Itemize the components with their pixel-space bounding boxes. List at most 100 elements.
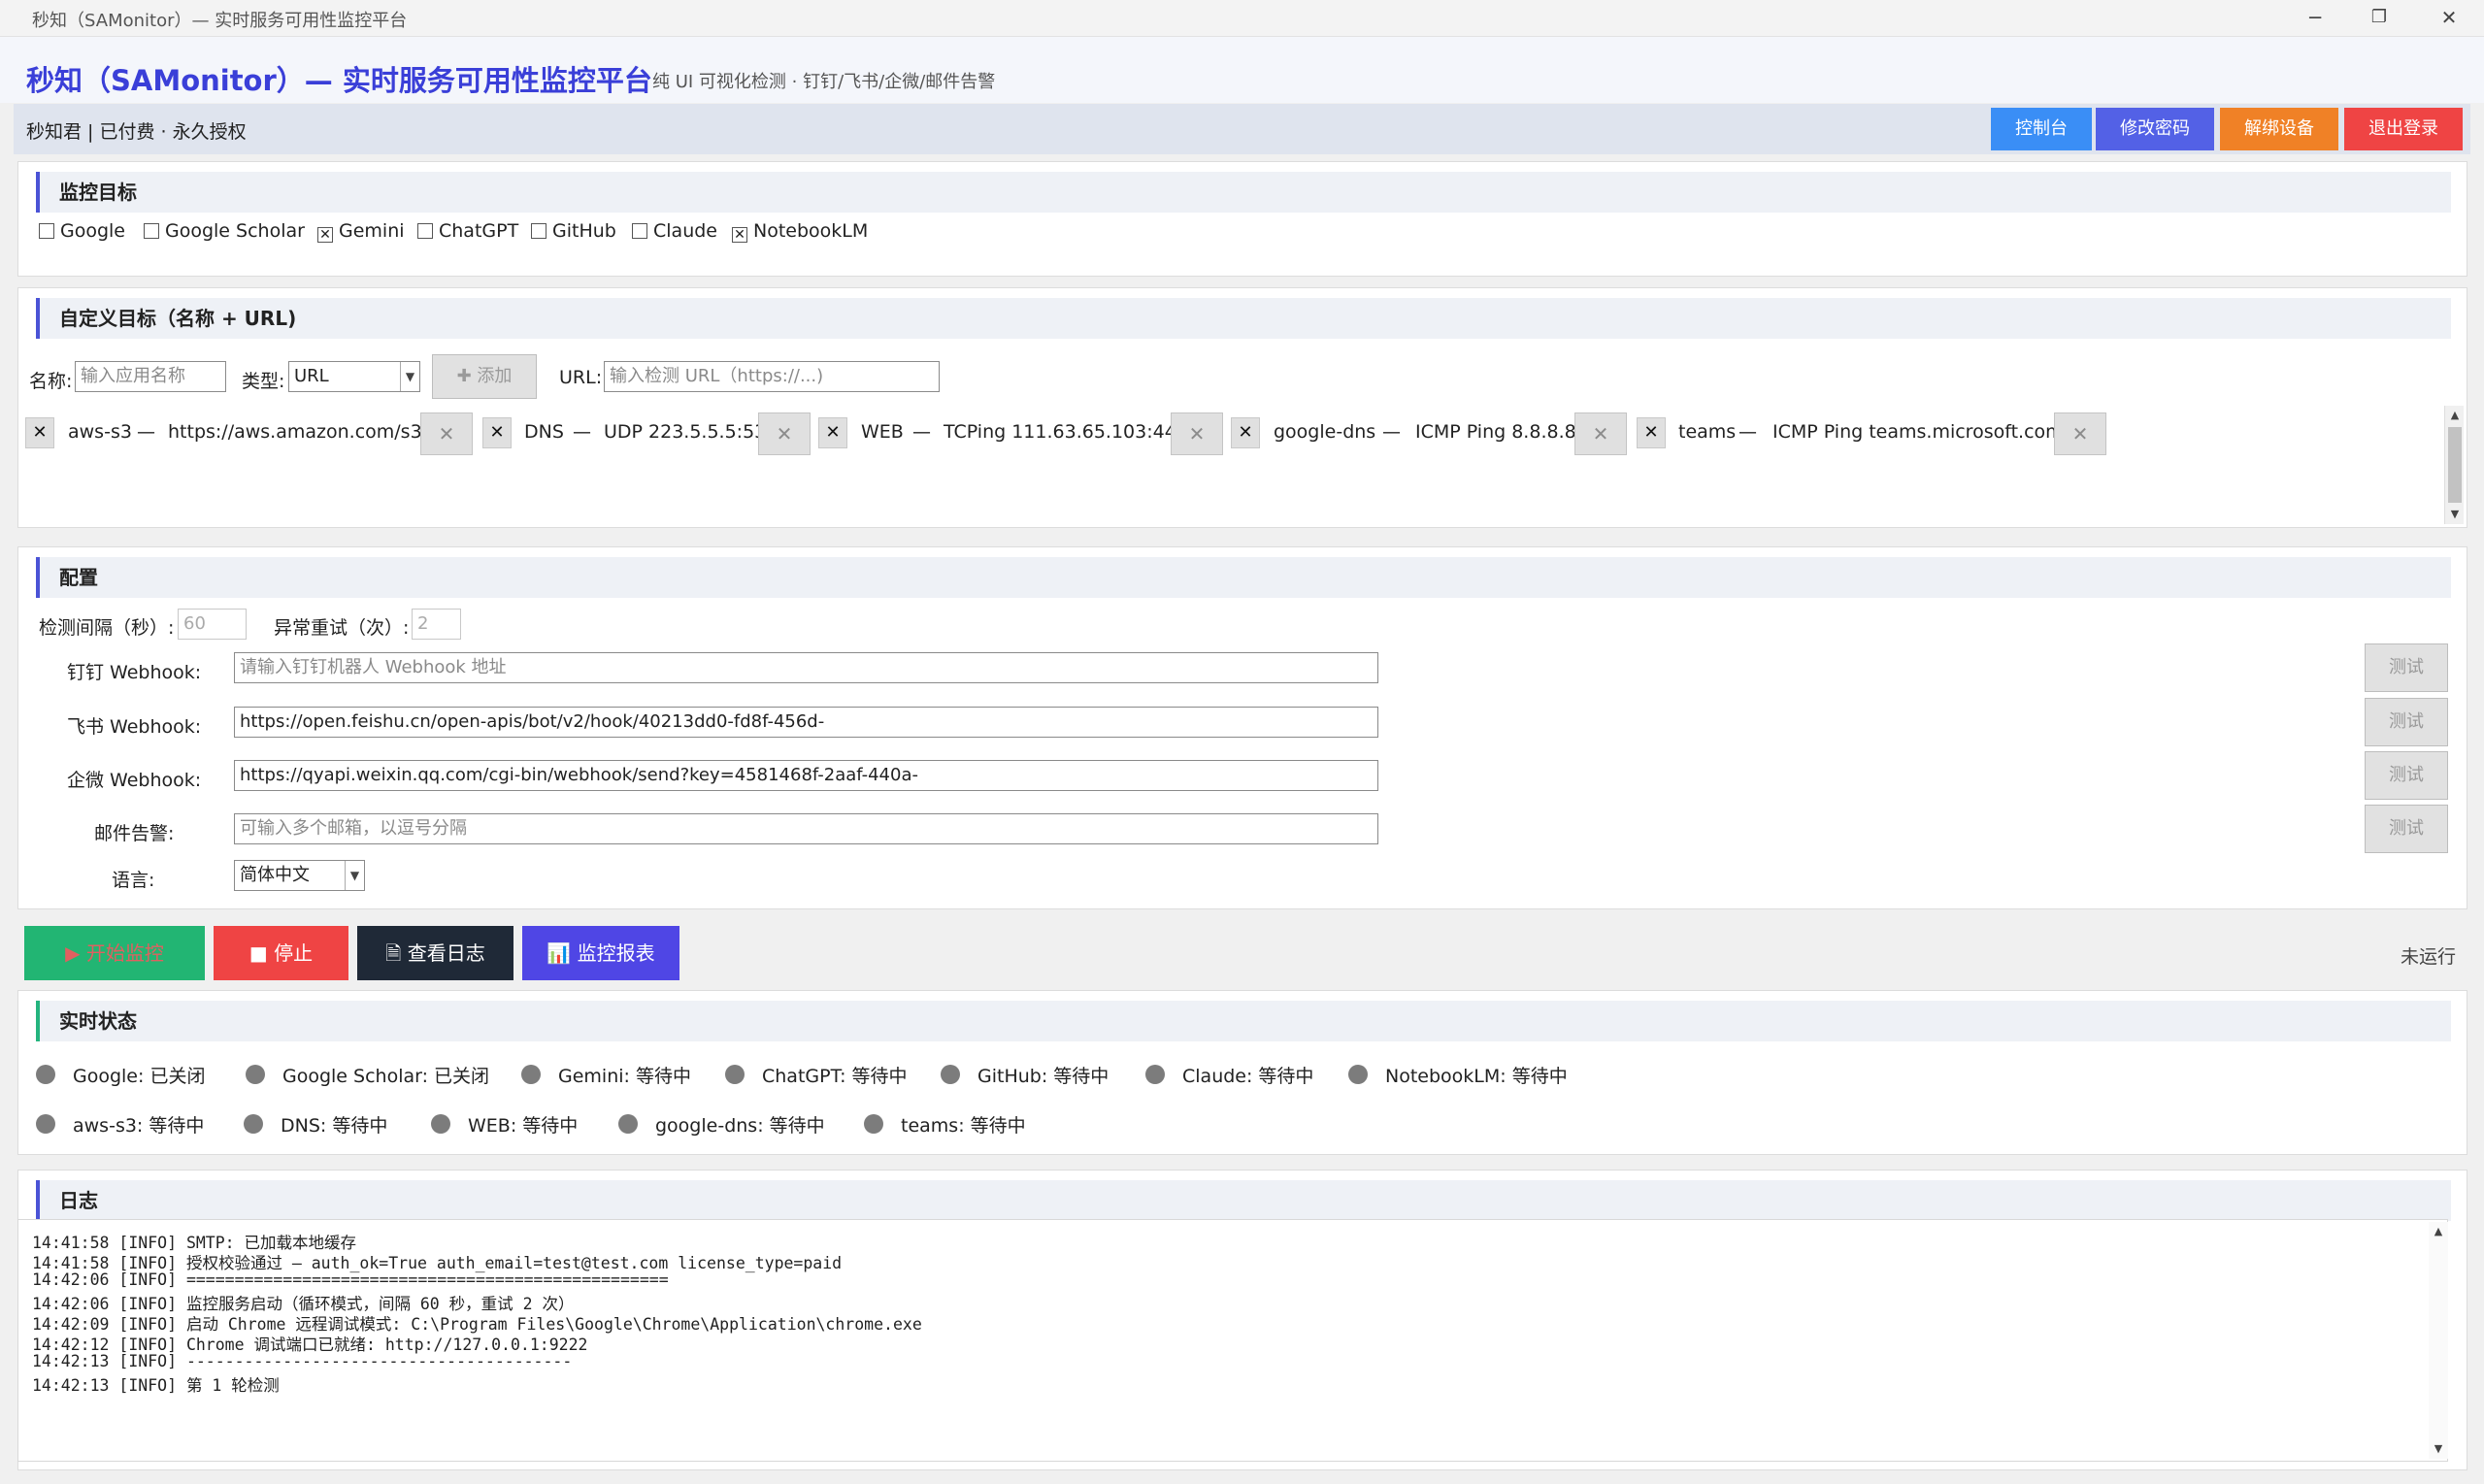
target-checkbox-github[interactable]: GitHub: [531, 217, 616, 245]
dingtalk-label: 钉钉 Webhook:: [67, 662, 202, 683]
chip-sep: —: [912, 421, 931, 443]
scroll-down-icon[interactable]: ▼: [2429, 1439, 2448, 1459]
log-title: 日志: [36, 1180, 2451, 1221]
language-select[interactable]: 简体中文 ▼: [234, 860, 365, 891]
add-target-button[interactable]: ✚ 添加: [432, 354, 537, 399]
feishu-webhook-input[interactable]: https://open.feishu.cn/open-apis/bot/v2/…: [234, 707, 1378, 738]
email-label: 邮件告警:: [94, 823, 175, 844]
log-line: 14:42:06 [INFO] ========================…: [32, 1270, 669, 1289]
retry-input[interactable]: 2: [412, 609, 461, 640]
scroll-down-icon[interactable]: ▼: [2445, 505, 2465, 524]
chip-target-aws-s3: https://aws.amazon.com/s3/: [168, 421, 429, 443]
maximize-button[interactable]: ❐: [2347, 2, 2411, 33]
chip-check-dns[interactable]: ✕: [482, 417, 512, 448]
stop-button[interactable]: ■ 停止: [214, 926, 348, 980]
unbind-device-button[interactable]: 解绑设备: [2220, 108, 2338, 150]
interval-input[interactable]: 60: [178, 609, 247, 640]
status-dot-icon: [941, 1065, 960, 1084]
delete-chip-aws-s3-button[interactable]: ✕: [420, 412, 473, 455]
minimize-button[interactable]: ─: [2283, 2, 2347, 33]
app-header: 秒知（SAMonitor）— 实时服务可用性监控平台 纯 UI 可视化检测 · …: [0, 37, 2484, 103]
status-dot-icon: [521, 1065, 541, 1084]
user-license-info: 秒知君 | 已付费 · 永久授权: [26, 121, 247, 143]
app-name-input[interactable]: 输入应用名称: [75, 361, 226, 392]
url-input[interactable]: 输入检测 URL（https://...): [604, 361, 940, 392]
window-titlebar: 秒知（SAMonitor）— 实时服务可用性监控平台 ─ ❐ ✕: [0, 0, 2484, 37]
delete-chip-google-dns-button[interactable]: ✕: [1574, 412, 1627, 455]
chip-check-google-dns[interactable]: ✕: [1231, 417, 1260, 448]
feishu-test-button[interactable]: 测试: [2365, 698, 2448, 746]
status-item: GitHub: 等待中: [977, 1066, 1110, 1087]
start-monitor-button[interactable]: ▶ 开始监控: [24, 926, 205, 980]
delete-chip-teams-button[interactable]: ✕: [2054, 412, 2106, 455]
delete-chip-web-button[interactable]: ✕: [1171, 412, 1223, 455]
monitor-report-button[interactable]: 📊 监控报表: [522, 926, 679, 980]
chip-name-dns: DNS: [524, 421, 564, 443]
dingtalk-webhook-input[interactable]: 请输入钉钉机器人 Webhook 地址: [234, 652, 1378, 683]
realtime-status-title: 实时状态: [36, 1001, 2451, 1041]
status-item: ChatGPT: 等待中: [762, 1066, 908, 1087]
status-dot-icon: [431, 1114, 450, 1134]
wecom-label: 企微 Webhook:: [67, 770, 202, 791]
chip-check-aws-s3[interactable]: ✕: [25, 417, 54, 448]
chip-sep: —: [137, 421, 155, 443]
email-alert-input[interactable]: 可输入多个邮箱，以逗号分隔: [234, 813, 1378, 844]
chip-target-google-dns: ICMP Ping 8.8.8.8: [1415, 421, 1576, 443]
chip-target-web: TCPing 111.63.65.103:443: [944, 421, 1188, 443]
log-scrollbar[interactable]: ▲ ▼: [2429, 1222, 2448, 1459]
monitor-targets-title: 监控目标: [36, 172, 2451, 213]
chip-target-dns: UDP 223.5.5.5:53: [604, 421, 767, 443]
custom-targets-scrollbar[interactable]: ▲ ▼: [2444, 406, 2464, 524]
type-select[interactable]: URL ▼: [288, 361, 420, 392]
scroll-up-icon[interactable]: ▲: [2429, 1222, 2448, 1241]
delete-chip-dns-button[interactable]: ✕: [758, 412, 811, 455]
name-label: 名称:: [29, 371, 73, 392]
custom-targets-panel: 自定义目标（名称 + URL): [17, 287, 2467, 528]
status-item: WEB: 等待中: [468, 1115, 579, 1137]
feishu-label: 飞书 Webhook:: [67, 716, 202, 738]
target-checkbox-chatgpt[interactable]: ChatGPT: [417, 217, 518, 245]
chip-sep: —: [573, 421, 591, 443]
custom-targets-title: 自定义目标（名称 + URL): [36, 298, 2451, 339]
scrollbar-thumb[interactable]: [2448, 427, 2462, 503]
scroll-up-icon[interactable]: ▲: [2445, 406, 2465, 425]
console-button[interactable]: 控制台: [1991, 108, 2092, 150]
config-title: 配置: [36, 557, 2451, 598]
status-dot-icon: [244, 1114, 263, 1134]
close-window-button[interactable]: ✕: [2417, 2, 2481, 33]
chip-sep: —: [1382, 421, 1401, 443]
view-logs-button[interactable]: 🗎 查看日志: [357, 926, 513, 980]
target-checkbox-google[interactable]: Google: [39, 217, 125, 245]
email-test-button[interactable]: 测试: [2365, 805, 2448, 853]
wecom-webhook-input[interactable]: https://qyapi.weixin.qq.com/cgi-bin/webh…: [234, 760, 1378, 791]
app-subtitle: 纯 UI 可视化检测 · 钉钉/飞书/企微/邮件告警: [652, 72, 996, 92]
language-label: 语言:: [112, 870, 155, 891]
wecom-test-button[interactable]: 测试: [2365, 751, 2448, 800]
chip-check-teams[interactable]: ✕: [1637, 417, 1666, 448]
target-checkbox-google-scholar[interactable]: Google Scholar: [144, 217, 305, 245]
status-item: NotebookLM: 等待中: [1385, 1066, 1568, 1087]
status-dot-icon: [864, 1114, 883, 1134]
run-status: 未运行: [2401, 946, 2457, 968]
status-item: Claude: 等待中: [1182, 1066, 1314, 1087]
status-item: Gemini: 等待中: [558, 1066, 691, 1087]
type-label: 类型:: [242, 371, 285, 392]
logout-button[interactable]: 退出登录: [2344, 108, 2463, 150]
dingtalk-test-button[interactable]: 测试: [2365, 643, 2448, 692]
status-item: DNS: 等待中: [281, 1115, 388, 1137]
url-label: URL:: [559, 367, 603, 388]
chip-check-web[interactable]: ✕: [818, 417, 847, 448]
app-title: 秒知（SAMonitor）— 实时服务可用性监控平台: [26, 64, 652, 97]
status-dot-icon: [1348, 1065, 1368, 1084]
log-line: 14:42:13 [INFO] ------------------------…: [32, 1352, 573, 1370]
target-checkbox-notebooklm[interactable]: ✕ NotebookLM: [732, 217, 868, 245]
log-textarea[interactable]: 14:41:58 [INFO] SMTP: 已加载本地缓存 14:41:58 [I…: [17, 1219, 2448, 1462]
interval-label: 检测间隔（秒）:: [39, 617, 175, 639]
change-password-button[interactable]: 修改密码: [2096, 108, 2214, 150]
status-dot-icon: [36, 1114, 55, 1134]
target-checkbox-claude[interactable]: Claude: [632, 217, 717, 245]
user-bar: 秒知君 | 已付费 · 永久授权 控制台 修改密码 解绑设备 退出登录: [14, 104, 2470, 154]
status-dot-icon: [246, 1065, 265, 1084]
chip-name-google-dns: google-dns: [1274, 421, 1376, 443]
target-checkbox-gemini[interactable]: ✕ Gemini: [317, 217, 405, 245]
